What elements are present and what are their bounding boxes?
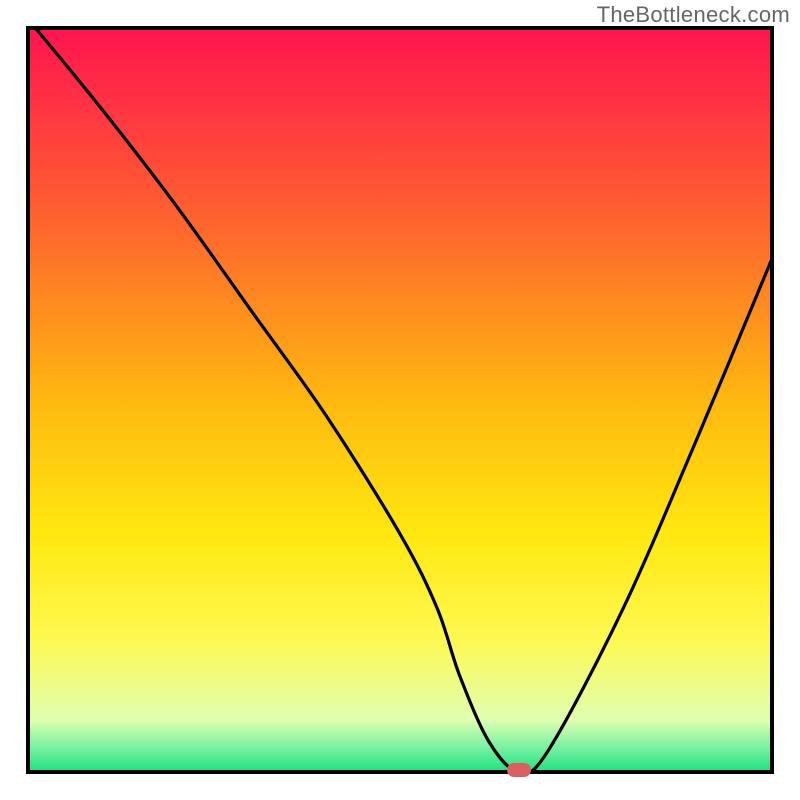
optimum-marker: [507, 763, 531, 777]
plot-background: [28, 28, 772, 772]
bottleneck-chart: [0, 0, 800, 800]
watermark-text: TheBottleneck.com: [597, 2, 790, 28]
